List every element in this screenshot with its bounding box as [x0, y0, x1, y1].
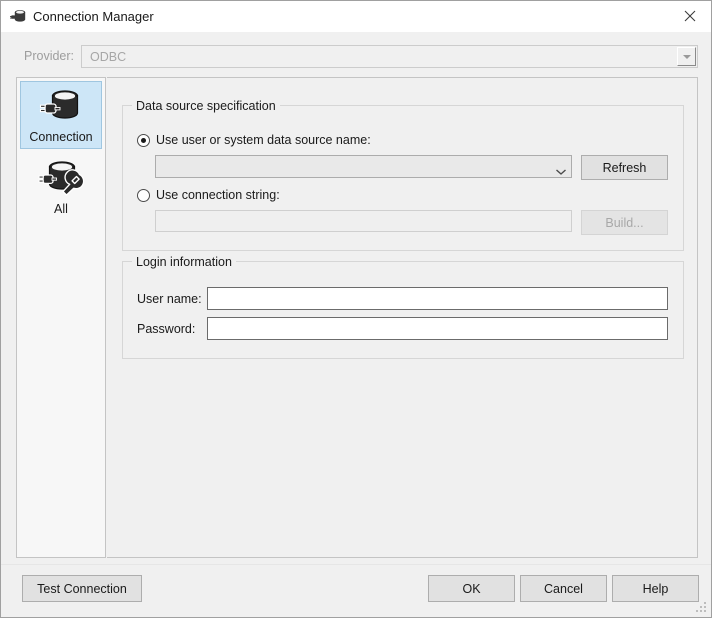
- help-button[interactable]: Help: [612, 575, 699, 602]
- provider-value: ODBC: [90, 50, 127, 64]
- close-icon[interactable]: [667, 1, 711, 31]
- connection-manager-dialog: Connection Manager Provider: ODBC Connec…: [0, 0, 712, 618]
- radio-use-dsn[interactable]: Use user or system data source name:: [137, 132, 371, 148]
- provider-combobox[interactable]: ODBC: [81, 45, 698, 68]
- triangle-down-icon: [682, 54, 691, 59]
- database-plug-icon: [38, 86, 84, 128]
- username-input[interactable]: [207, 287, 668, 310]
- sidebar-item-label: Connection: [29, 130, 93, 144]
- provider-dropdown-button[interactable]: [677, 47, 696, 66]
- chevron-down-icon: [555, 163, 567, 175]
- footer-separator: [1, 564, 711, 565]
- test-connection-button[interactable]: Test Connection: [22, 575, 142, 602]
- database-plug-icon: [10, 8, 27, 25]
- radio-label: Use user or system data source name:: [156, 133, 371, 147]
- password-input[interactable]: [207, 317, 668, 340]
- build-button[interactable]: Build...: [581, 210, 668, 235]
- radio-use-connection-string[interactable]: Use connection string:: [137, 187, 280, 203]
- sidebar-item-label: All: [54, 202, 68, 216]
- radio-button-indicator: [137, 133, 150, 147]
- group-title: Login information: [132, 254, 236, 270]
- group-title: Data source specification: [132, 98, 280, 114]
- login-information-group: Login information User name: Password:: [122, 254, 684, 359]
- refresh-button[interactable]: Refresh: [581, 155, 668, 180]
- sidebar-item-connection[interactable]: Connection: [20, 81, 102, 149]
- provider-label: Provider:: [24, 49, 75, 63]
- sidebar-item-all[interactable]: All: [20, 154, 102, 222]
- connection-string-input[interactable]: [155, 210, 572, 232]
- cancel-button[interactable]: Cancel: [520, 575, 607, 602]
- category-sidebar: Connection All: [16, 77, 106, 558]
- radio-button-indicator: [137, 188, 150, 202]
- content-panel: Data source specification Use user or sy…: [107, 77, 698, 558]
- radio-label: Use connection string:: [156, 188, 280, 202]
- window-title: Connection Manager: [33, 9, 154, 24]
- title-bar: Connection Manager: [1, 1, 711, 32]
- username-label: User name:: [137, 292, 202, 306]
- password-label: Password:: [137, 322, 196, 336]
- dsn-combobox[interactable]: [155, 155, 572, 178]
- resize-grip-icon[interactable]: [695, 601, 708, 614]
- data-source-specification-group: Data source specification Use user or sy…: [122, 98, 684, 251]
- database-wrench-icon: [38, 158, 85, 200]
- ok-button[interactable]: OK: [428, 575, 515, 602]
